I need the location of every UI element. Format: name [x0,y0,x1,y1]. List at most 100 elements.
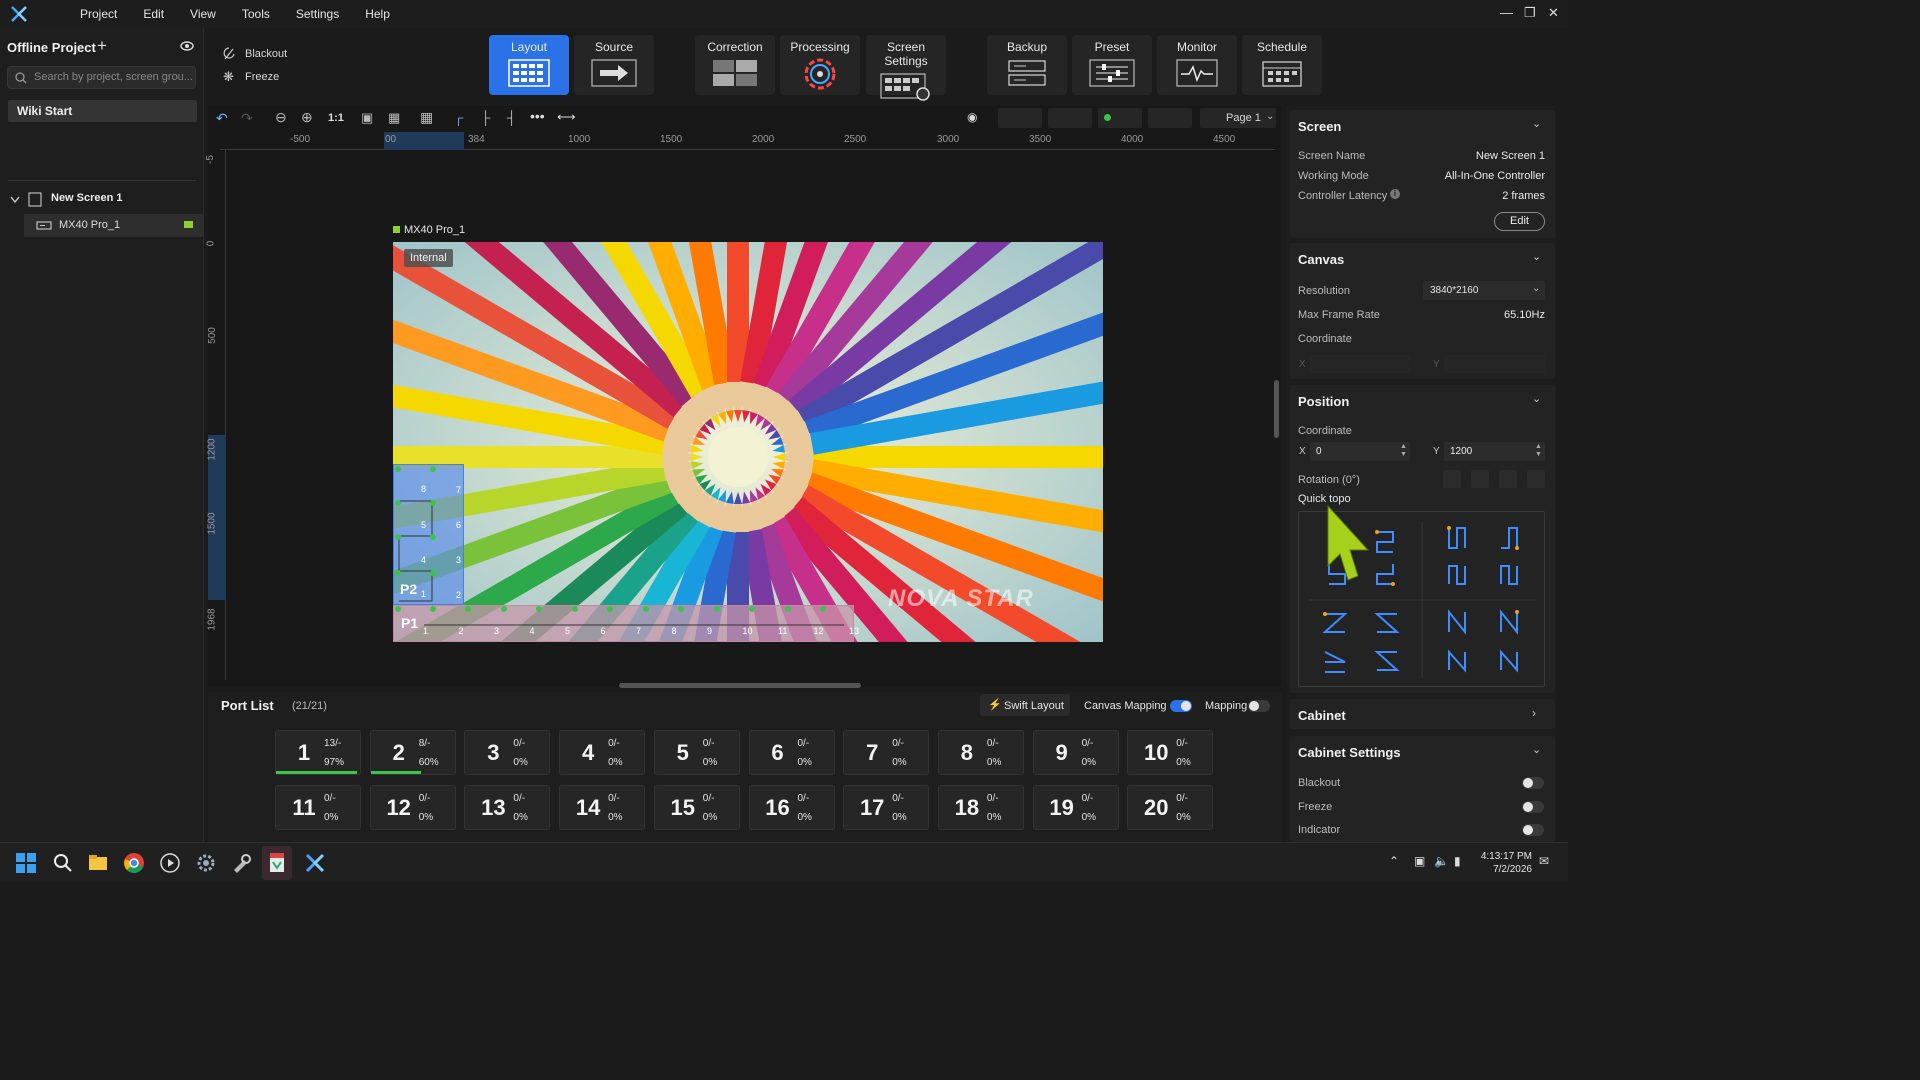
menu-settings[interactable]: Settings [296,7,339,21]
vertical-scrollbar[interactable] [1274,380,1279,438]
port-card[interactable]: 7 0/- 0% [843,730,930,775]
position-y-input[interactable]: 1200 ▲ ▼ [1444,442,1545,461]
notification-icon[interactable]: ✉ [1539,854,1549,868]
camera-icon[interactable]: ◉ [967,110,977,124]
menu-tools[interactable]: Tools [242,7,270,21]
chevron-down-icon[interactable] [10,196,20,204]
rotate-90-button[interactable] [1471,470,1489,488]
distribute-icon[interactable]: ⟷ [557,109,576,125]
search-input[interactable]: Search by project, screen grou... [7,66,196,89]
port-card[interactable]: 1 13/- 97% [275,730,361,775]
correction-button[interactable]: Correction [695,35,775,95]
minimize-icon[interactable]: — [1500,5,1513,20]
menu-help[interactable]: Help [365,7,390,21]
fit-selection-icon[interactable]: ▦ [388,110,400,126]
processing-button[interactable]: Processing [780,35,860,95]
swift-layout-button[interactable]: ⚡ Swift Layout [980,694,1070,716]
port-card[interactable]: 6 0/- 0% [748,730,835,775]
taskbar-active-app[interactable] [262,846,292,880]
position-x-input[interactable]: 0 ▲ ▼ [1310,442,1410,461]
cabinet-freeze-toggle[interactable] [1522,801,1544,813]
cabinet-indicator-toggle[interactable] [1522,824,1544,836]
cabinet-blackout-toggle[interactable] [1522,777,1544,789]
mapping-toggle[interactable] [1248,700,1270,712]
canvas-y-input[interactable] [1444,355,1545,373]
novastar-app-icon[interactable] [304,852,326,874]
horizontal-scrollbar[interactable] [619,683,861,688]
volume-icon[interactable]: 🔈 [1434,854,1449,868]
chevron-up-icon[interactable]: ⌃ [1389,854,1399,868]
restore-icon[interactable]: ❐ [1524,5,1536,21]
port-card[interactable]: 2 8/- 60% [369,730,456,775]
search-icon[interactable] [52,852,74,874]
p2-cabinet-block[interactable]: P2 8 7 5 6 4 3 1 2 [393,464,464,605]
wiki-start-link[interactable]: Wiki Start [8,100,197,122]
eye-icon[interactable] [180,41,194,51]
port-card[interactable]: 5 0/- 0% [653,730,740,775]
more-icon[interactable]: ••• [530,108,545,124]
clock[interactable]: 4:13:17 PM 7/2/2026 [1481,850,1532,876]
port-card[interactable]: 16 0/- 0% [748,785,835,830]
zoom-in-icon[interactable]: ⊕ [301,109,313,126]
port-card[interactable]: 3 0/- 0% [464,730,551,775]
canvas-x-input[interactable] [1310,355,1410,373]
freeze-button[interactable]: Freeze [245,71,279,83]
port-card[interactable]: 11 0/- 0% [275,785,361,830]
port-card[interactable]: 13 0/- 0% [464,785,551,830]
rotate-180-button[interactable] [1499,470,1517,488]
stepper-icon[interactable]: ▲ ▼ [1535,443,1542,459]
close-icon[interactable]: ✕ [1548,5,1559,21]
page-select[interactable]: Page 1 ⌄ [1200,108,1276,128]
screen-settings-button[interactable]: Screen Settings [866,35,946,101]
tree-screen-item[interactable]: New Screen 1 [51,192,123,204]
port-card[interactable]: 14 0/- 0% [559,785,646,830]
menu-project[interactable]: Project [80,7,117,21]
menu-view[interactable]: View [190,7,216,21]
view-mode-toggle-3[interactable] [1098,108,1142,128]
align-left-icon[interactable]: ┌ [454,110,463,125]
port-card[interactable]: 19 0/- 0% [1032,785,1119,830]
layout-button[interactable]: Layout [489,35,569,95]
info-icon[interactable]: i [1390,189,1400,199]
monitor-button[interactable]: Monitor [1157,35,1237,95]
chevron-down-icon[interactable]: ⌄ [1532,392,1541,405]
canvas-image[interactable]: Internal NOVA STAR P2 8 7 5 6 4 3 1 2 P1… [393,242,1103,642]
chevron-down-icon[interactable]: ⌄ [1532,743,1541,756]
chevron-down-icon[interactable]: ⌄ [1532,117,1541,130]
network-icon[interactable]: ▣ [1414,854,1425,868]
battery-icon[interactable]: ▮ [1454,854,1461,868]
settings-gear-icon[interactable] [195,852,217,874]
port-card[interactable]: 18 0/- 0% [937,785,1024,830]
chevron-right-icon[interactable]: › [1532,706,1536,720]
align-right-icon[interactable]: ┤ [507,110,516,125]
chevron-down-icon[interactable]: ⌄ [1532,250,1541,263]
grid-icon[interactable]: ▦ [420,109,433,126]
undo-icon[interactable]: ↶ [216,110,228,127]
redo-icon[interactable]: ↷ [241,110,253,127]
edit-button[interactable]: Edit [1494,212,1545,231]
port-card[interactable]: 9 0/- 0% [1032,730,1119,775]
port-card[interactable]: 20 0/- 0% [1127,785,1214,830]
zoom-out-icon[interactable]: ⊖ [275,109,287,126]
media-player-icon[interactable] [159,852,181,874]
align-center-icon[interactable]: ├ [481,110,490,125]
port-card[interactable]: 15 0/- 0% [653,785,740,830]
zoom-1to1-button[interactable]: 1:1 [328,112,344,124]
port-card[interactable]: 4 0/- 0% [559,730,646,775]
backup-button[interactable]: Backup [987,35,1067,95]
resolution-select[interactable]: 3840*2160 ⌄ [1423,281,1545,300]
menu-edit[interactable]: Edit [143,7,164,21]
file-explorer-icon[interactable] [87,852,109,874]
windows-start-icon[interactable] [15,852,37,874]
preset-button[interactable]: Preset [1072,35,1152,95]
add-icon[interactable]: + [97,36,107,56]
rotate-0-button[interactable] [1443,470,1461,488]
port-card[interactable]: 10 0/- 0% [1127,730,1214,775]
view-mode-toggle-2[interactable] [1048,108,1092,128]
view-mode-toggle-4[interactable] [1148,108,1192,128]
port-card[interactable]: 17 0/- 0% [843,785,930,830]
port-card[interactable]: 12 0/- 0% [369,785,456,830]
tool-app-icon[interactable] [231,852,253,874]
fit-icon[interactable]: ▣ [361,110,373,126]
source-button[interactable]: Source [574,35,654,95]
